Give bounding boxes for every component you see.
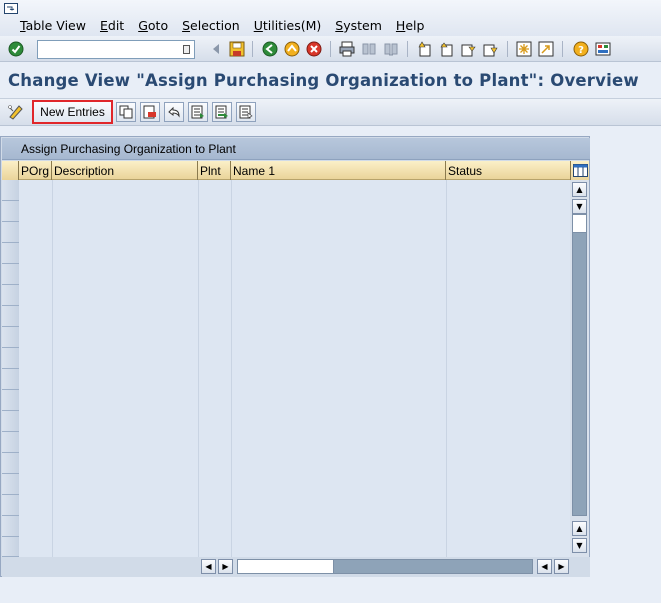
row-selector[interactable] xyxy=(2,537,19,557)
first-page-icon[interactable] xyxy=(415,40,433,58)
svg-text:?: ? xyxy=(578,45,584,56)
help-icon[interactable]: ? xyxy=(572,40,590,58)
row-selector[interactable] xyxy=(2,243,19,264)
column-header-status[interactable]: Status xyxy=(446,161,570,180)
row-selector[interactable] xyxy=(2,390,19,411)
row-selector[interactable] xyxy=(2,222,19,243)
menu-table-view[interactable]: Table View xyxy=(20,18,86,33)
table-body xyxy=(2,180,570,557)
scroll-right-icon[interactable]: ▶ xyxy=(218,559,233,574)
command-history-icon[interactable] xyxy=(183,45,190,54)
new-entries-button[interactable]: New Entries xyxy=(32,100,113,124)
row-selector[interactable] xyxy=(2,327,19,348)
previous-page-icon[interactable] xyxy=(437,40,455,58)
copy-as-icon[interactable] xyxy=(116,102,136,122)
save-icon[interactable] xyxy=(228,40,246,58)
select-all-corner[interactable] xyxy=(2,161,19,180)
table-control: Assign Purchasing Organization to Plant … xyxy=(0,136,590,577)
row-selector[interactable] xyxy=(2,201,19,222)
print-icon[interactable] xyxy=(338,40,356,58)
column-header-name1[interactable]: Name 1 xyxy=(231,161,446,180)
row-selector[interactable] xyxy=(2,411,19,432)
application-toolbar: New Entries xyxy=(0,98,661,126)
title-bar: Change View "Assign Purchasing Organizat… xyxy=(0,63,661,97)
column-header-plnt[interactable]: Plnt xyxy=(198,161,231,180)
menu-goto[interactable]: Goto xyxy=(138,18,168,33)
command-field[interactable] xyxy=(37,40,195,59)
scroll-column-right-icon[interactable]: ▶ xyxy=(554,559,569,574)
row-selector[interactable] xyxy=(2,306,19,327)
undo-change-icon[interactable] xyxy=(164,102,184,122)
deselect-all-icon[interactable] xyxy=(236,102,256,122)
scroll-page-down-icon[interactable]: ▼ xyxy=(572,199,587,214)
enter-icon[interactable] xyxy=(7,40,25,58)
row-selector[interactable] xyxy=(2,432,19,453)
row-selector[interactable] xyxy=(2,180,19,201)
generate-shortcut-icon[interactable] xyxy=(537,40,555,58)
next-page-icon[interactable] xyxy=(459,40,477,58)
horizontal-scroll-thumb[interactable] xyxy=(238,560,334,573)
vertical-scrollbar[interactable]: ▲ ▼ ▲ ▼ xyxy=(570,180,589,557)
row-selector[interactable] xyxy=(2,474,19,495)
column-header-description[interactable]: Description xyxy=(52,161,198,180)
find-next-icon xyxy=(382,40,400,58)
scroll-bottom-icon[interactable]: ▼ xyxy=(572,538,587,553)
row-selector[interactable] xyxy=(2,348,19,369)
select-block-icon[interactable] xyxy=(212,102,232,122)
scroll-left-icon[interactable]: ◀ xyxy=(201,559,216,574)
create-session-icon[interactable] xyxy=(515,40,533,58)
new-entries-label: New Entries xyxy=(40,105,105,119)
display-change-icon[interactable] xyxy=(6,102,26,122)
standard-toolbar: ? xyxy=(0,36,661,62)
column-header-porg[interactable]: POrg xyxy=(19,161,52,180)
menu-utilities[interactable]: Utilities(M) xyxy=(254,18,322,33)
menu-selection[interactable]: Selection xyxy=(182,18,240,33)
menu-edit[interactable]: Edit xyxy=(100,18,124,33)
table-title: Assign Purchasing Organization to Plant xyxy=(21,142,236,156)
row-selector-column xyxy=(2,180,19,557)
system-menu-icon[interactable] xyxy=(4,3,18,15)
menu-system[interactable]: System xyxy=(335,18,382,33)
page-title: Change View "Assign Purchasing Organizat… xyxy=(8,71,639,90)
row-selector[interactable] xyxy=(2,285,19,306)
table-header: POrg Description Plnt Name 1 Status xyxy=(2,161,570,180)
cancel-icon[interactable] xyxy=(305,40,323,58)
scroll-column-left-icon[interactable]: ◀ xyxy=(537,559,552,574)
back-icon[interactable] xyxy=(261,40,279,58)
exit-icon[interactable] xyxy=(283,40,301,58)
row-selector[interactable] xyxy=(2,264,19,285)
vertical-scroll-track[interactable] xyxy=(572,214,587,516)
row-selector[interactable] xyxy=(2,495,19,516)
menu-help[interactable]: Help xyxy=(396,18,425,33)
scroll-top-icon[interactable]: ▲ xyxy=(572,182,587,197)
table-title-bar: Assign Purchasing Organization to Plant xyxy=(2,138,590,160)
row-selector[interactable] xyxy=(2,516,19,537)
horizontal-scroll-area: ◀ ▶ ◀ ▶ xyxy=(2,557,590,577)
collapse-left-icon[interactable] xyxy=(207,40,225,58)
last-page-icon[interactable] xyxy=(481,40,499,58)
vertical-scroll-thumb[interactable] xyxy=(573,215,586,233)
find-icon xyxy=(360,40,378,58)
row-selector[interactable] xyxy=(2,369,19,390)
select-all-icon[interactable] xyxy=(188,102,208,122)
menu-bar: Table View Edit Goto Selection Utilities… xyxy=(0,0,661,36)
horizontal-scroll-track[interactable] xyxy=(237,559,533,574)
row-selector[interactable] xyxy=(2,453,19,474)
scroll-page-up-icon[interactable]: ▲ xyxy=(572,521,587,536)
customize-layout-icon[interactable] xyxy=(594,40,612,58)
delete-icon[interactable] xyxy=(140,102,160,122)
table-settings-icon[interactable] xyxy=(570,161,589,180)
